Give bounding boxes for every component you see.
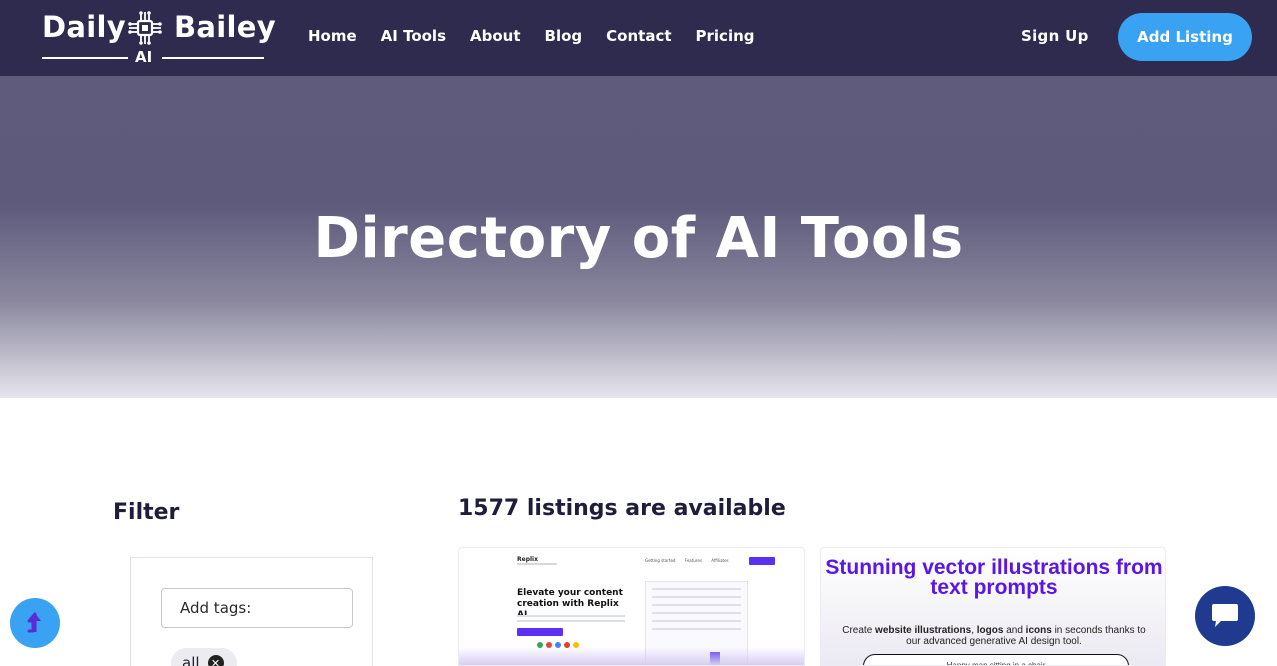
card-brand-tagline (517, 563, 557, 565)
scroll-to-top-button[interactable] (10, 598, 60, 648)
card-mini-cta (517, 628, 563, 636)
filter-heading: Filter (113, 500, 180, 525)
logo-underline-left (42, 57, 128, 59)
card-description: Create website illustrations, logos and … (841, 625, 1147, 647)
logo-underline-right (162, 57, 264, 59)
nav-about[interactable]: About (470, 27, 521, 45)
nav-pricing[interactable]: Pricing (696, 27, 755, 45)
desc-text: and (1003, 625, 1026, 636)
card-nav-item: Affiliates (711, 558, 729, 563)
card-mini-nav: Getting started Features Affiliates (645, 558, 737, 563)
logo-word-bailey: Bailey (174, 10, 276, 44)
close-icon[interactable]: ✕ (207, 655, 224, 666)
arrow-up-icon (27, 612, 41, 633)
card-fade (459, 647, 804, 665)
chat-icon (1212, 604, 1238, 627)
listings-count: 1577 listings are available (458, 496, 786, 521)
desc-text: Create (842, 625, 876, 636)
desc-bold: website illustrations (875, 625, 972, 636)
listing-card[interactable]: Replix Getting started Features Affiliat… (458, 547, 805, 666)
nav-contact[interactable]: Contact (606, 27, 671, 45)
logo-word-daily: Daily (42, 10, 126, 44)
tag-chip-label: all (182, 654, 200, 666)
tag-chip-all[interactable]: all ✕ (171, 648, 237, 666)
nav-home[interactable]: Home (308, 27, 357, 45)
circuit-chip-icon (128, 11, 162, 45)
logo-sub-ai: AI (135, 48, 153, 66)
card-nav-item: Getting started (645, 558, 676, 563)
nav-blog[interactable]: Blog (545, 27, 583, 45)
add-listing-button[interactable]: Add Listing (1118, 13, 1252, 61)
nav-ai-tools[interactable]: AI Tools (381, 27, 446, 45)
top-header: Daily Bailey AI Home AI Tools About Blog… (0, 0, 1277, 76)
hero-banner: Directory of AI Tools (0, 76, 1277, 398)
page-title: Directory of AI Tools (313, 206, 964, 271)
filter-panel: all ✕ (130, 557, 373, 666)
sign-up-link[interactable]: Sign Up (1021, 27, 1089, 45)
tags-input[interactable] (161, 588, 353, 628)
main-nav: Home AI Tools About Blog Contact Pricing (308, 27, 779, 45)
desc-bold: icons (1025, 625, 1052, 636)
card-prompt-field: Happy man sitting in a chair (863, 654, 1129, 665)
card-mini-button (749, 557, 775, 565)
card-nav-item: Features (684, 558, 702, 563)
chat-button[interactable] (1195, 586, 1255, 646)
card-text-lines (517, 615, 625, 625)
listing-card[interactable]: Stunning vector illustrations from text … (820, 547, 1166, 666)
site-logo[interactable]: Daily Bailey AI (40, 6, 276, 68)
card-brand: Replix (517, 556, 538, 563)
card-headline: Stunning vector illustrations from text … (825, 556, 1163, 599)
desc-bold: logos (976, 625, 1004, 636)
